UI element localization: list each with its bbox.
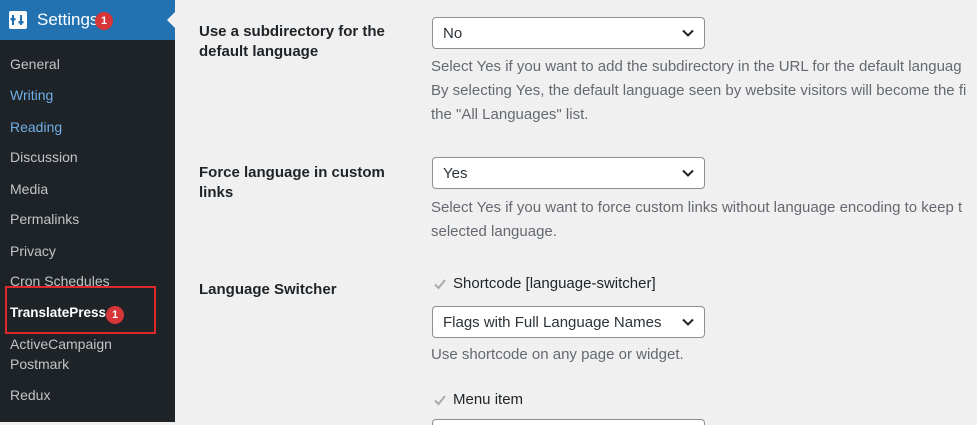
settings-badge: 1 xyxy=(95,12,113,30)
sidebar-item-general[interactable]: General xyxy=(10,56,60,72)
current-menu-pointer xyxy=(167,12,175,28)
sidebar-item-privacy[interactable]: Privacy xyxy=(10,243,56,259)
subdirectory-description: Select Yes if you want to add the subdir… xyxy=(431,58,967,123)
menu-item-checkbox-label[interactable]: Menu item xyxy=(453,391,523,408)
chevron-down-icon xyxy=(682,318,694,326)
sidebar-item-media[interactable]: Media xyxy=(10,181,48,197)
sidebar-item-redux[interactable]: Redux xyxy=(10,387,50,403)
checkmark-icon[interactable] xyxy=(433,277,447,291)
sidebar-item-writing[interactable]: Writing xyxy=(10,87,53,103)
subdirectory-select[interactable]: No xyxy=(432,17,705,49)
force-language-label: Force language in custom links xyxy=(199,164,385,201)
menu-item-select[interactable] xyxy=(432,419,705,425)
sidebar-item-reading[interactable]: Reading xyxy=(10,119,62,135)
checkmark-icon[interactable] xyxy=(433,393,447,407)
language-switcher-label: Language Switcher xyxy=(199,281,337,298)
force-language-description: Select Yes if you want to force custom l… xyxy=(431,199,963,240)
settings-label: Settings xyxy=(37,10,99,29)
force-language-select-value: Yes xyxy=(443,165,468,182)
force-language-select[interactable]: Yes xyxy=(432,157,705,189)
chevron-down-icon xyxy=(682,169,694,177)
sidebar-item-discussion[interactable]: Discussion xyxy=(10,149,78,165)
chevron-down-icon xyxy=(682,29,694,37)
shortcode-style-value: Flags with Full Language Names xyxy=(443,314,662,331)
sidebar-item-permalinks[interactable]: Permalinks xyxy=(10,211,79,227)
sidebar-item-activecampaign[interactable]: ActiveCampaign xyxy=(10,336,112,352)
subdirectory-select-value: No xyxy=(443,25,463,42)
highlight-annotation-box xyxy=(5,286,156,334)
shortcode-description: Use shortcode on any page or widget. xyxy=(431,346,684,363)
sidebar-item-postmark[interactable]: Postmark xyxy=(10,356,69,372)
subdirectory-label: Use a subdirectory for the default langu… xyxy=(199,23,385,60)
admin-sidebar: Settings 1 General Writing Reading Discu… xyxy=(0,0,175,422)
menu-settings[interactable]: Settings 1 xyxy=(0,0,175,40)
shortcode-style-select[interactable]: Flags with Full Language Names xyxy=(432,306,705,338)
settings-icon xyxy=(9,11,27,29)
shortcode-checkbox-label[interactable]: Shortcode [language-switcher] xyxy=(453,275,656,292)
